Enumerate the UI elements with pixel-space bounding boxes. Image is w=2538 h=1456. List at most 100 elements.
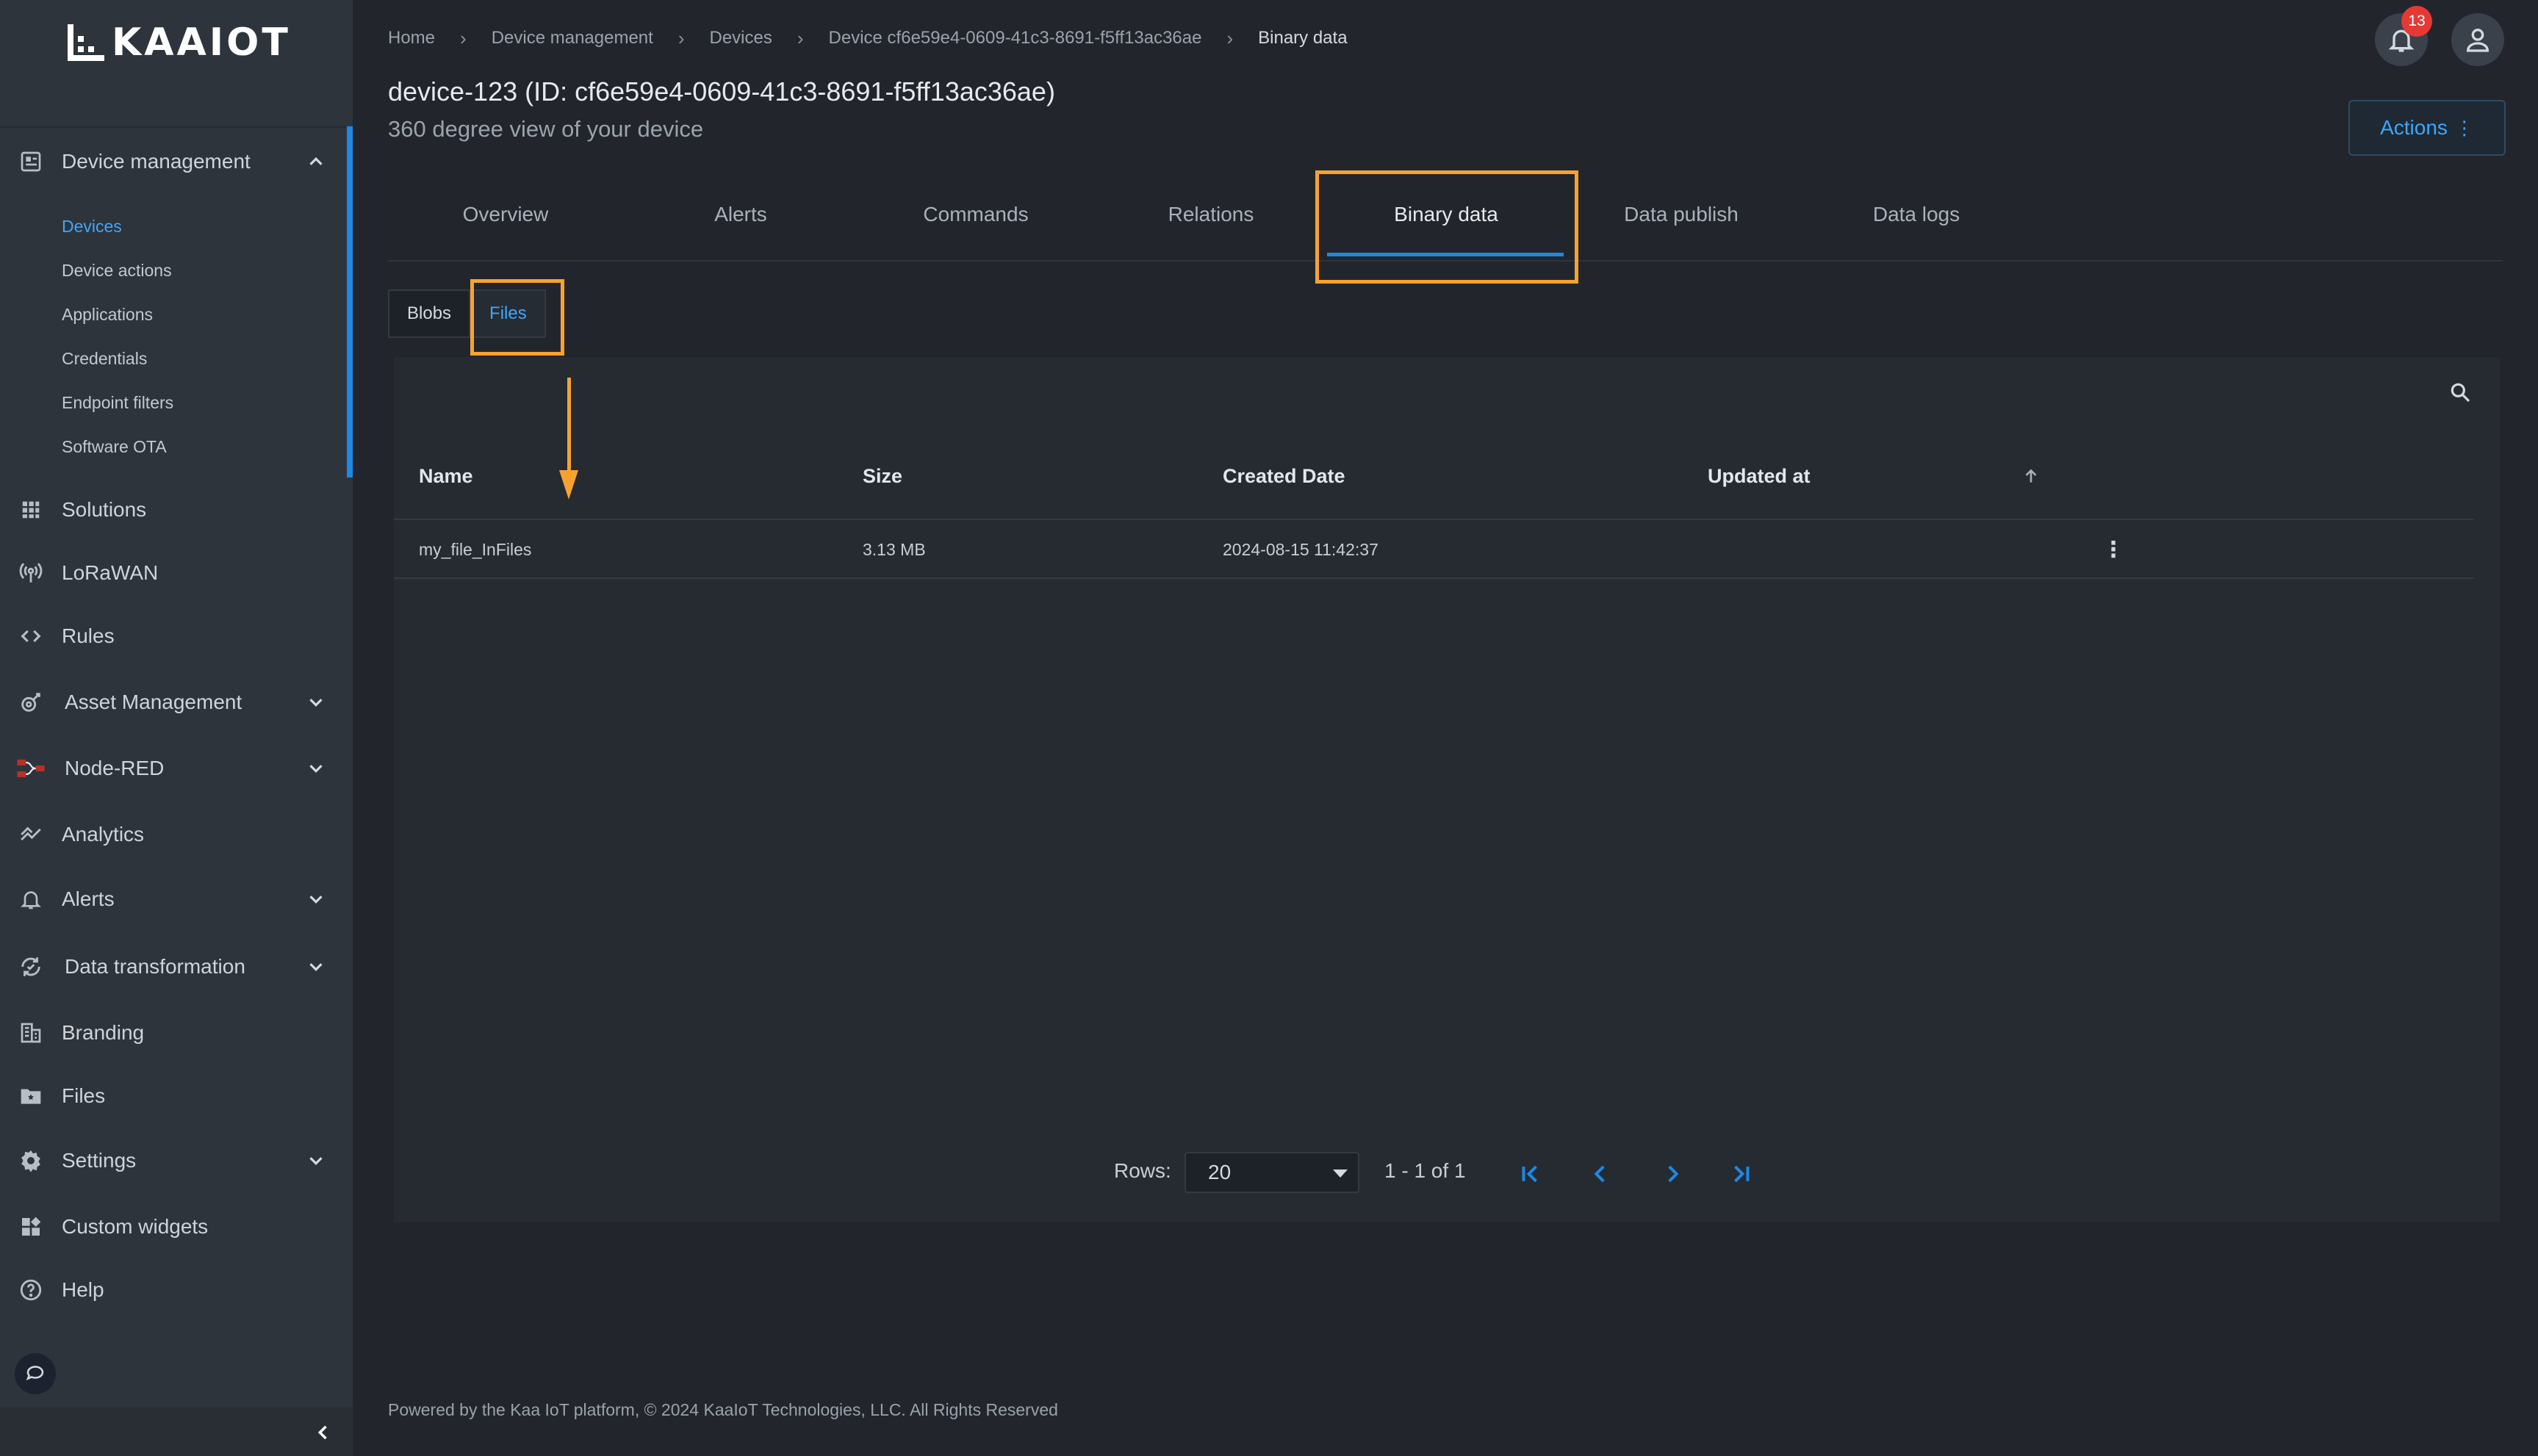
sidebar-item-data-transformation[interactable]: Data transformation — [0, 937, 347, 996]
sidebar-item-settings[interactable]: Settings — [0, 1131, 347, 1190]
chevron-right-icon — [1668, 1165, 1679, 1183]
chevron-down-icon[interactable] — [301, 884, 331, 914]
sidebar: KAAIOT Device management Devices Device … — [0, 0, 353, 1456]
user-icon — [2466, 29, 2490, 52]
more-vertical-icon: ⋮ — [2102, 537, 2124, 562]
chevron-left-icon — [1594, 1165, 1605, 1183]
table-row-divider — [394, 577, 2473, 579]
rows-per-page-select[interactable]: 20 — [1184, 1152, 1359, 1193]
tab-relations[interactable]: Relations — [1093, 169, 1329, 260]
page-title: device-123 (ID: cf6e59e4-0609-41c3-8691-… — [388, 76, 1055, 107]
sidebar-item-rules[interactable]: Rules — [0, 607, 347, 666]
sidebar-item-files[interactable]: Files — [0, 1067, 347, 1125]
sort-ascending-icon[interactable] — [2019, 464, 2043, 488]
kaaiot-logo[interactable]: KAAIOT — [68, 19, 291, 66]
subtab-blobs[interactable]: Blobs — [388, 289, 471, 338]
dropdown-caret-icon — [1333, 1170, 1348, 1178]
collapse-sidebar-button[interactable] — [309, 1418, 338, 1447]
sidebar-item-asset-management[interactable]: Asset Management — [0, 673, 347, 732]
sidebar-scrollbar[interactable] — [347, 126, 353, 477]
asset-icon — [16, 688, 46, 717]
annotation-highlight-binary-data — [1315, 170, 1578, 284]
sidebar-item-analytics[interactable]: Analytics — [0, 805, 347, 864]
sidebar-item-alerts[interactable]: Alerts — [0, 870, 347, 929]
page-subtitle: 360 degree view of your device — [388, 116, 704, 142]
breadcrumb-device[interactable]: Device cf6e59e4-0609-41c3-8691-f5ff13ac3… — [829, 28, 1202, 48]
grid-icon — [16, 495, 46, 525]
chevron-right-icon: › — [1226, 26, 1234, 49]
files-table-panel — [394, 357, 2500, 1222]
sidebar-item-lorawan[interactable]: LoRaWAN — [0, 544, 347, 602]
annotation-highlight-files — [470, 279, 564, 356]
tab-data-publish[interactable]: Data publish — [1564, 169, 1799, 260]
search-button[interactable] — [2445, 378, 2475, 407]
last-page-button[interactable] — [1724, 1156, 1759, 1192]
tab-overview[interactable]: Overview — [388, 169, 623, 260]
tab-data-logs[interactable]: Data logs — [1799, 169, 2034, 260]
breadcrumb-devices[interactable]: Devices — [710, 28, 772, 48]
first-page-button[interactable] — [1512, 1156, 1547, 1192]
breadcrumb-device-management[interactable]: Device management — [492, 28, 653, 48]
breadcrumb-home[interactable]: Home — [388, 28, 435, 48]
sidebar-subitem-devices[interactable]: Devices — [62, 212, 122, 241]
rows-per-page-label: Rows: — [1114, 1159, 1171, 1182]
footer-copyright: Powered by the Kaa IoT platform, © 2024 … — [388, 1400, 1058, 1419]
actions-label: Actions — [2380, 116, 2448, 139]
sidebar-footer — [0, 1408, 353, 1456]
sidebar-subitem-applications[interactable]: Applications — [62, 300, 153, 329]
code-icon — [16, 621, 46, 651]
first-page-icon — [1522, 1165, 1537, 1183]
next-page-button[interactable] — [1655, 1156, 1690, 1192]
chevron-down-icon[interactable] — [301, 1146, 331, 1175]
last-page-icon — [1734, 1165, 1750, 1183]
gear-icon — [16, 1146, 46, 1175]
sidebar-item-label: Device management — [62, 150, 251, 173]
tab-alerts[interactable]: Alerts — [623, 169, 858, 260]
kaaiot-logo-mark — [68, 24, 107, 61]
chevron-left-icon — [317, 1425, 327, 1440]
branding-icon — [16, 1018, 46, 1048]
sidebar-item-label: Files — [62, 1084, 106, 1107]
user-menu-button[interactable] — [2451, 13, 2504, 66]
chevron-down-icon[interactable] — [301, 754, 331, 783]
annotation-arrow-head — [559, 470, 578, 500]
table-header-divider — [394, 519, 2473, 520]
node-red-icon — [16, 754, 46, 783]
chevron-down-icon[interactable] — [301, 688, 331, 717]
chat-button[interactable] — [15, 1353, 56, 1394]
actions-button[interactable]: Actions ⋮ — [2348, 100, 2506, 156]
column-header-name[interactable]: Name — [419, 461, 473, 491]
sidebar-item-label: Custom widgets — [62, 1215, 209, 1238]
more-vertical-icon: ⋮ — [2454, 116, 2474, 139]
sidebar-item-custom-widgets[interactable]: Custom widgets — [0, 1197, 347, 1256]
notification-count-badge: 13 — [2401, 6, 2432, 37]
column-header-size[interactable]: Size — [863, 461, 902, 491]
sidebar-subitem-endpoint-filters[interactable]: Endpoint filters — [62, 388, 173, 417]
sidebar-item-label: Analytics — [62, 823, 145, 846]
tab-commands[interactable]: Commands — [858, 169, 1093, 260]
sidebar-item-node-red[interactable]: Node-RED — [0, 739, 347, 798]
sidebar-subitem-device-actions[interactable]: Device actions — [62, 256, 172, 285]
sidebar-item-help[interactable]: Help — [0, 1261, 347, 1319]
chevron-right-icon: › — [797, 26, 804, 49]
sidebar-item-label: Node-RED — [65, 757, 165, 779]
chevron-down-icon[interactable] — [301, 952, 331, 981]
previous-page-button[interactable] — [1583, 1156, 1618, 1192]
sidebar-item-branding[interactable]: Branding — [0, 1003, 347, 1062]
search-icon — [2451, 383, 2470, 403]
sidebar-item-label: Settings — [62, 1149, 137, 1172]
chevron-up-icon[interactable] — [301, 147, 331, 176]
column-header-updated-at[interactable]: Updated at — [1708, 461, 1811, 491]
sidebar-item-device-management[interactable]: Device management — [0, 132, 347, 191]
transform-icon — [16, 952, 46, 981]
sidebar-subitem-credentials[interactable]: Credentials — [62, 344, 147, 373]
widgets-icon — [16, 1212, 46, 1241]
column-header-created-date[interactable]: Created Date — [1223, 461, 1345, 491]
row-actions-menu[interactable]: ⋮ — [2099, 535, 2128, 564]
rows-per-page-value: 20 — [1208, 1161, 1232, 1183]
table-cell-created-date: 2024-08-15 11:42:37 — [1223, 539, 1378, 559]
sidebar-subitem-software-ota[interactable]: Software OTA — [62, 432, 167, 461]
table-cell-name[interactable]: my_file_InFiles — [419, 536, 531, 563]
sidebar-item-solutions[interactable]: Solutions — [0, 480, 347, 539]
breadcrumb: Home › Device management › Devices › Dev… — [388, 25, 1348, 51]
